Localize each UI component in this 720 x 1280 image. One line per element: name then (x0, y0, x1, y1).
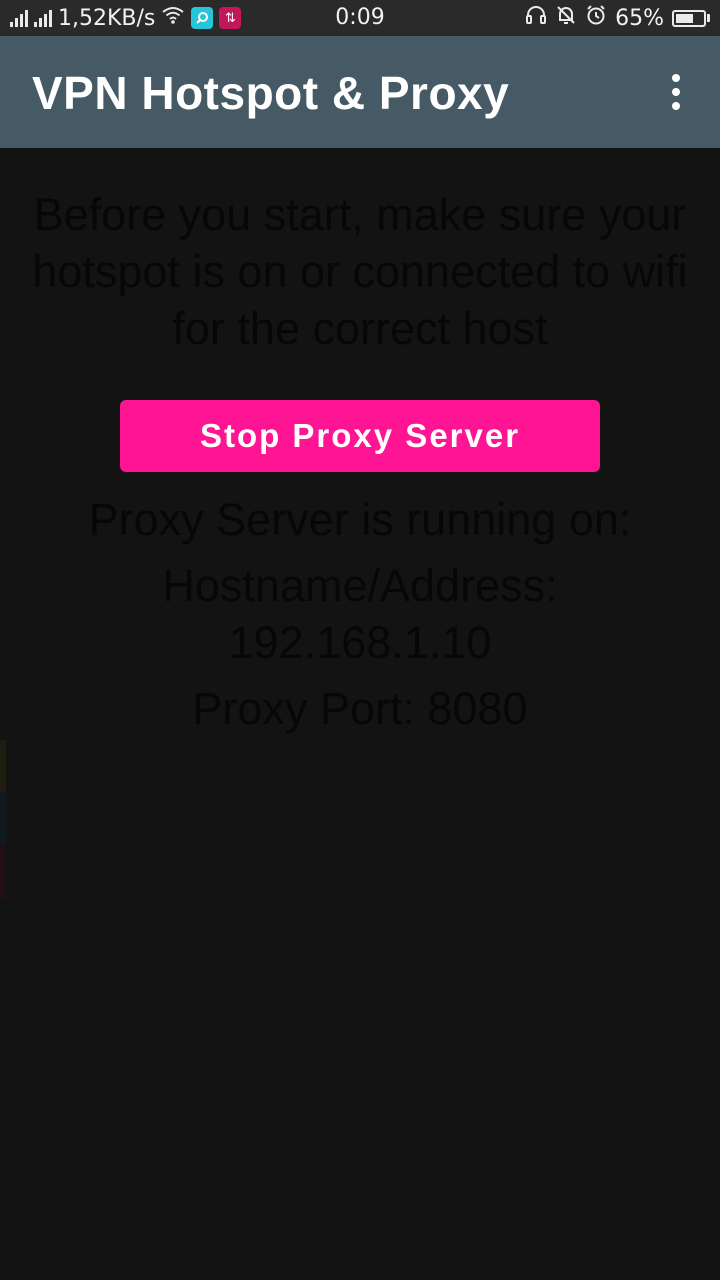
status-bar: 1,52KB/s ⇅ 0:09 65% (0, 0, 720, 36)
battery-icon (672, 9, 710, 27)
network-speed: 1,52KB/s (58, 5, 156, 31)
cell-signal-2-icon (34, 9, 52, 27)
app-bar: VPN Hotspot & Proxy (0, 36, 720, 148)
status-left: 1,52KB/s ⇅ (10, 0, 242, 36)
edge-strip-blue (0, 792, 6, 844)
overflow-menu-icon[interactable] (656, 72, 696, 112)
hostname-label: Hostname/Address: (162, 560, 558, 611)
instructions-text: Before you start, make sure your hotspot… (32, 189, 688, 354)
app-notification-icon (191, 7, 214, 29)
proxy-running-label: Proxy Server is running on: (88, 494, 632, 545)
status-right: 65% (525, 0, 710, 36)
app-title: VPN Hotspot & Proxy (32, 67, 510, 119)
data-transfer-icon: ⇅ (219, 7, 242, 29)
alarm-icon (585, 4, 607, 32)
edge-strip-red (0, 844, 6, 900)
headset-icon (525, 4, 547, 32)
stop-proxy-server-button[interactable]: Stop Proxy Server (120, 400, 600, 472)
cell-signal-1-icon (10, 9, 28, 27)
notifications-muted-icon (555, 4, 577, 32)
proxy-port-label: Proxy Port: 8080 (192, 683, 528, 734)
battery-percent: 65% (615, 5, 664, 31)
edge-strip-yellow (0, 740, 6, 792)
wifi-icon (161, 5, 185, 31)
hostname-value: 192.168.1.10 (228, 617, 492, 668)
